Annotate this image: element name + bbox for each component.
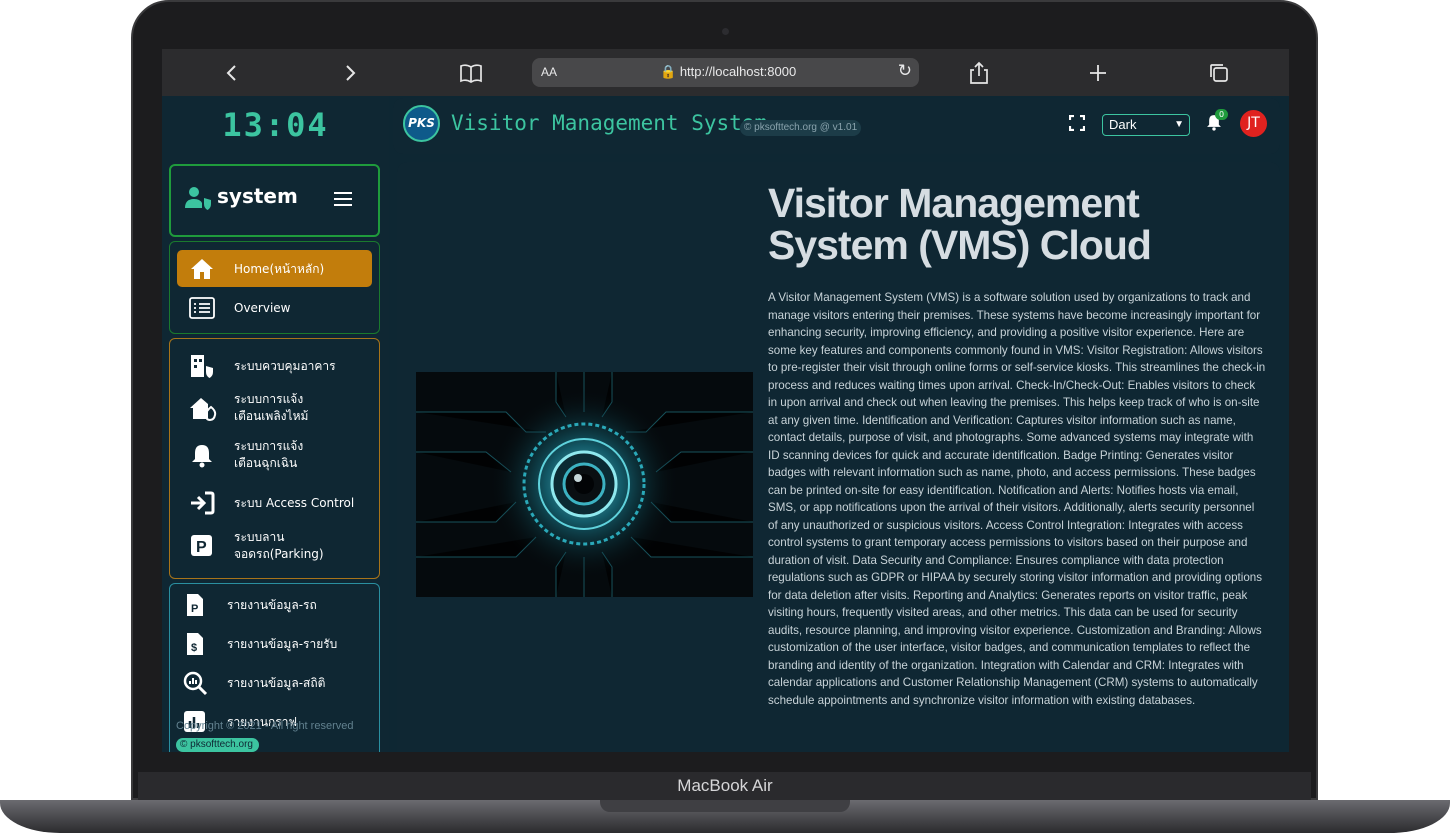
top-navbar: PKS Visitor Management System © pksoftte… [393, 98, 1280, 154]
svg-text:$: $ [191, 642, 197, 654]
sidebar-item-report-revenue[interactable]: $ รายงานข้อมูล-รายรับ [170, 625, 365, 662]
page-title: Visitor Management System (VMS) Cloud [768, 180, 1152, 268]
sidebar-item-building-control[interactable]: ระบบควบคุมอาคาร [177, 347, 372, 384]
home-icon [189, 256, 215, 282]
share-icon[interactable] [966, 60, 992, 86]
copyright-text: Copyright © 2021 - All right reserved [176, 720, 354, 732]
page-description: A Visitor Management System (VMS) is a s… [768, 291, 1266, 707]
sidebar-item-label: รายงานข้อมูล-รายรับ [227, 637, 338, 651]
sidebar-item-parking[interactable]: P ระบบลาน จอดรถ(Parking) [177, 527, 372, 564]
laptop-label: MacBook Air [677, 776, 773, 795]
parking-icon: P [189, 533, 215, 559]
domain-tag: © pksofttech.org @ v1.01 [740, 120, 862, 136]
tabs-icon[interactable] [1206, 60, 1232, 86]
domain-tag-text: pksofttech.org @ v1.01 [754, 122, 858, 133]
sidebar-item-access-control[interactable]: ระบบ Access Control [177, 484, 372, 521]
hero-camera-lens-image [416, 372, 753, 597]
sidebar-item-report-stats[interactable]: รายงานข้อมูล-สถิติ [170, 664, 365, 701]
sidebar-item-label: ระบบการแจ้ง เตือนเพลิงไหม้ [234, 392, 309, 423]
sidebar-item-emergency-alert[interactable]: ระบบการแจ้ง เตือนฉุกเฉิน [177, 436, 372, 473]
brand-name: system [217, 184, 298, 208]
sidebar-item-label: ระบบควบคุมอาคาร [234, 359, 336, 373]
sidebar-item-overview[interactable]: Overview [177, 289, 372, 326]
notification-count: 0 [1215, 109, 1228, 120]
sidebar-item-home[interactable]: Home(หน้าหลัก) [177, 250, 372, 287]
chevron-left-icon[interactable] [219, 60, 245, 86]
chevron-right-icon[interactable] [337, 60, 363, 86]
url-text: 🔒 http://localhost:8000 [660, 64, 796, 80]
svg-text:P: P [191, 603, 198, 615]
url-value: http://localhost:8000 [679, 64, 797, 79]
file-p-icon: P [182, 592, 208, 618]
book-icon[interactable] [458, 60, 484, 86]
sidebar-item-label: ระบบ Access Control [234, 496, 355, 510]
screen: AA 🔒 http://localhost:8000 ↻ 13:04 syste… [162, 49, 1289, 752]
list-icon [189, 295, 215, 321]
nav-main: Home(หน้าหลัก) Overview [169, 241, 380, 334]
pks-logo[interactable]: PKS [403, 105, 440, 142]
nav-systems: ระบบควบคุมอาคาร ระบบการแจ้ง เตือนเพลิงไห… [169, 338, 380, 579]
copyright-tag-text: pksofttech.org [190, 739, 253, 750]
reader-aa-button[interactable]: AA [541, 65, 557, 79]
sidebar-item-label: Home(หน้าหลัก) [234, 262, 325, 276]
app-title: Visitor Management System [451, 111, 768, 135]
bell-icon [189, 442, 215, 468]
file-dollar-icon: $ [182, 631, 208, 657]
copyright-tag[interactable]: © pksofttech.org [176, 738, 259, 752]
search-chart-icon [182, 670, 208, 696]
house-fire-icon [189, 395, 217, 422]
address-bar[interactable]: AA 🔒 http://localhost:8000 ↻ [532, 58, 919, 87]
sidebar-item-report-vehicle[interactable]: P รายงานข้อมูล-รถ [170, 586, 365, 623]
plus-icon[interactable] [1085, 60, 1111, 86]
sidebar-item-label: ระบบลาน จอดรถ(Parking) [234, 530, 324, 561]
sidebar-item-label: รายงานข้อมูล-สถิติ [227, 676, 326, 690]
avatar[interactable]: JT [1240, 110, 1267, 137]
theme-select-value: Dark [1109, 117, 1137, 132]
building-shield-icon [189, 353, 215, 379]
sidebar: 13:04 system Home(หน้าหลัก) Overview ระบ… [162, 96, 389, 752]
theme-select[interactable]: Dark ▼ [1102, 114, 1190, 136]
hamburger-icon[interactable] [334, 192, 352, 206]
browser-toolbar: AA 🔒 http://localhost:8000 ↻ [162, 49, 1289, 96]
reload-icon[interactable]: ↻ [898, 61, 912, 81]
user-shield-icon [185, 186, 213, 216]
sidebar-item-fire-alarm[interactable]: ระบบการแจ้ง เตือนเพลิงไหม้ [177, 389, 372, 426]
sidebar-item-label: Overview [234, 301, 291, 315]
svg-text:P: P [196, 539, 207, 556]
sign-in-icon [189, 490, 215, 516]
laptop-notch [600, 800, 850, 812]
sidebar-item-label: รายงานข้อมูล-รถ [227, 598, 317, 612]
fullscreen-icon[interactable] [1068, 114, 1086, 135]
camera-dot [722, 28, 729, 35]
sidebar-item-label: ระบบการแจ้ง เตือนฉุกเฉิน [234, 439, 304, 470]
brand-box: system [169, 164, 380, 237]
lock-icon: 🔒 [660, 64, 677, 79]
content-card: Visitor Management System (VMS) Cloud A … [397, 162, 1280, 752]
clock: 13:04 [222, 106, 329, 144]
chevron-down-icon: ▼ [1174, 119, 1184, 130]
